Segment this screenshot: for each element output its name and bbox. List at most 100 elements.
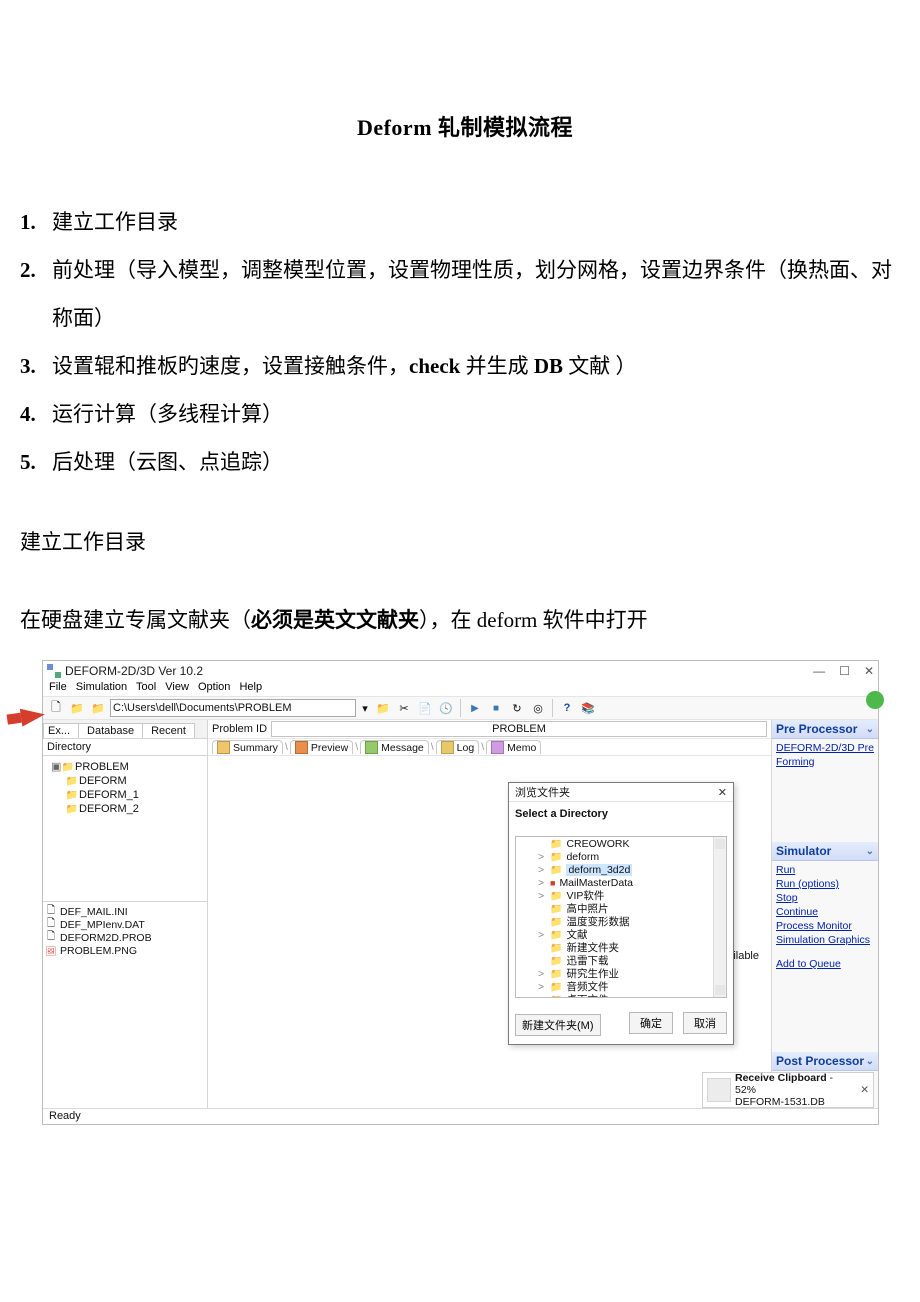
tree-item[interactable]: DEFORM_1 [45, 788, 205, 802]
dialog-folder-item[interactable]: >MailMasterData [516, 876, 726, 889]
dialog-folder-item[interactable]: 迅雷下载 [516, 954, 726, 967]
tree-root[interactable]: ▣ PROBLEM [45, 760, 205, 774]
dialog-scrollbar[interactable] [713, 837, 726, 997]
dialog-folder-item[interactable]: 新建文件夹 [516, 941, 726, 954]
middle-tabs: Summary \ Preview \ Message \ Log \ Memo [208, 739, 771, 756]
deform-window: DEFORM-2D/3D Ver 10.2 — ☐ ✕ File Simulat… [42, 660, 879, 1125]
tab-recent[interactable]: Recent [142, 723, 195, 738]
file-item[interactable]: DEFORM2D.PROB [45, 931, 205, 944]
dialog-folder-item[interactable]: CREOWORK [516, 837, 726, 850]
dialog-folder-item[interactable]: >deform [516, 850, 726, 863]
close-button[interactable]: ✕ [864, 664, 874, 678]
tab-message[interactable]: Message [360, 740, 429, 754]
link-process-monitor[interactable]: Process Monitor [776, 920, 874, 932]
refresh-icon[interactable] [508, 699, 526, 717]
stop-icon[interactable] [487, 699, 505, 717]
minimize-button[interactable]: — [813, 664, 825, 678]
window-controls: — ☐ ✕ [813, 664, 874, 678]
file-item[interactable]: DEF_MAIL.INI [45, 905, 205, 918]
menu-tool[interactable]: Tool [136, 681, 156, 693]
paragraph-1: 在硬盘建立专属文献夹（必须是英文文献夹），在 deform 软件中打开 [20, 604, 910, 636]
step-1: 1. 建立工作目录 [20, 198, 910, 246]
dialog-folder-item[interactable]: >文献 [516, 928, 726, 941]
menu-file[interactable]: File [49, 681, 67, 693]
target-icon[interactable] [529, 699, 547, 717]
folder-icon [550, 981, 562, 993]
dialog-folder-item[interactable]: >VIP软件 [516, 889, 726, 902]
new-folder-button[interactable]: 新建文件夹(M) [515, 1014, 601, 1036]
link-stop[interactable]: Stop [776, 892, 874, 904]
simulator-header[interactable]: Simulator⌄ [772, 842, 878, 861]
cut-icon[interactable] [395, 699, 413, 717]
folder-name: MailMasterData [559, 877, 633, 889]
right-panel: Pre Processor⌄ DEFORM-2D/3D Pre Forming … [772, 720, 878, 1108]
tab-memo[interactable]: Memo [486, 740, 541, 754]
path-input[interactable]: C:\Users\dell\Documents\PROBLEM [110, 699, 356, 717]
problem-id-value[interactable]: PROBLEM [271, 721, 767, 737]
preview-icon [295, 741, 308, 754]
body-area: Ex... Database Recent Directory ▣ PROBLE… [43, 720, 878, 1108]
chevron-icon: > [538, 890, 546, 902]
browse-dialog: 浏览文件夹 ✕ Select a Directory CREOWORK>defo… [508, 782, 734, 1045]
titlebar: DEFORM-2D/3D Ver 10.2 — ☐ ✕ [43, 661, 878, 681]
postprocessor-header[interactable]: Post Processor⌄ [772, 1052, 878, 1071]
toast-close-icon[interactable]: ✕ [860, 1084, 869, 1096]
link-continue[interactable]: Continue [776, 906, 874, 918]
dialog-close-icon[interactable]: ✕ [718, 786, 727, 799]
tab-preview[interactable]: Preview [290, 740, 353, 754]
menu-option[interactable]: Option [198, 681, 230, 693]
tab-database[interactable]: Database [78, 723, 143, 738]
menu-simulation[interactable]: Simulation [76, 681, 127, 693]
dialog-folder-item[interactable]: >音频文件 [516, 980, 726, 993]
dialog-folder-item[interactable]: >桌面文件 [516, 993, 726, 998]
recent-icon[interactable] [437, 699, 455, 717]
dialog-footer: 新建文件夹(M) 确定 取消 [515, 1012, 727, 1038]
link-simulation-graphics[interactable]: Simulation Graphics [776, 934, 874, 946]
doc-icon[interactable] [416, 699, 434, 717]
toolbar: C:\Users\dell\Documents\PROBLEM ▾ [43, 696, 878, 720]
menu-view[interactable]: View [165, 681, 189, 693]
tree-item[interactable]: DEFORM_2 [45, 802, 205, 816]
chevron-icon: > [538, 981, 546, 993]
dialog-body: Select a Directory CREOWORK>deform>defor… [509, 802, 733, 1044]
link-run-options[interactable]: Run (options) [776, 878, 874, 890]
middle-panel: Problem ID PROBLEM Summary \ Preview \ M… [208, 720, 772, 1108]
folder-name: deform_3d2d [566, 864, 632, 876]
dialog-folder-item[interactable]: >研究生作业 [516, 967, 726, 980]
new-icon[interactable] [47, 699, 65, 717]
link-add-to-queue[interactable]: Add to Queue [776, 958, 874, 970]
library-icon[interactable] [579, 699, 597, 717]
ok-button[interactable]: 确定 [629, 1012, 673, 1034]
step-2: 2. 前处理（导入模型，调整模型位置，设置物理性质，划分网格，设置边界条件（换热… [20, 246, 910, 342]
path-dropdown[interactable]: ▾ [359, 702, 371, 715]
browse-icon[interactable] [89, 699, 107, 717]
preprocessor-header[interactable]: Pre Processor⌄ [772, 720, 878, 739]
link-run[interactable]: Run [776, 864, 874, 876]
tree-item[interactable]: DEFORM [45, 774, 205, 788]
folder-icon [550, 864, 562, 876]
file-item[interactable]: PROBLEM.PNG [45, 944, 205, 957]
folder-up-icon[interactable] [374, 699, 392, 717]
tab-explorer[interactable]: Ex... [43, 723, 79, 738]
tab-log[interactable]: Log [436, 740, 480, 754]
file-item[interactable]: DEF_MPIenv.DAT [45, 918, 205, 931]
chevron-icon: > [538, 929, 546, 941]
preprocessor-links: DEFORM-2D/3D Pre Forming [772, 739, 878, 778]
log-icon [441, 741, 454, 754]
cancel-button[interactable]: 取消 [683, 1012, 727, 1034]
maximize-button[interactable]: ☐ [839, 664, 850, 678]
menu-help[interactable]: Help [239, 681, 262, 693]
dialog-folder-item[interactable]: 温度变形数据 [516, 915, 726, 928]
dialog-titlebar: 浏览文件夹 ✕ [509, 783, 733, 802]
problem-id-label: Problem ID [212, 723, 267, 735]
run-icon[interactable] [466, 699, 484, 717]
toolbar-separator [460, 699, 461, 717]
link-forming[interactable]: Forming [776, 756, 874, 768]
open-icon[interactable] [68, 699, 86, 717]
help-icon[interactable] [558, 699, 576, 717]
link-pre2d3d[interactable]: DEFORM-2D/3D Pre [776, 742, 874, 754]
file-icon [45, 929, 57, 946]
dialog-folder-item[interactable]: > deform_3d2d [516, 863, 726, 876]
chevron-icon: > [538, 864, 546, 876]
tab-summary[interactable]: Summary [212, 740, 283, 754]
